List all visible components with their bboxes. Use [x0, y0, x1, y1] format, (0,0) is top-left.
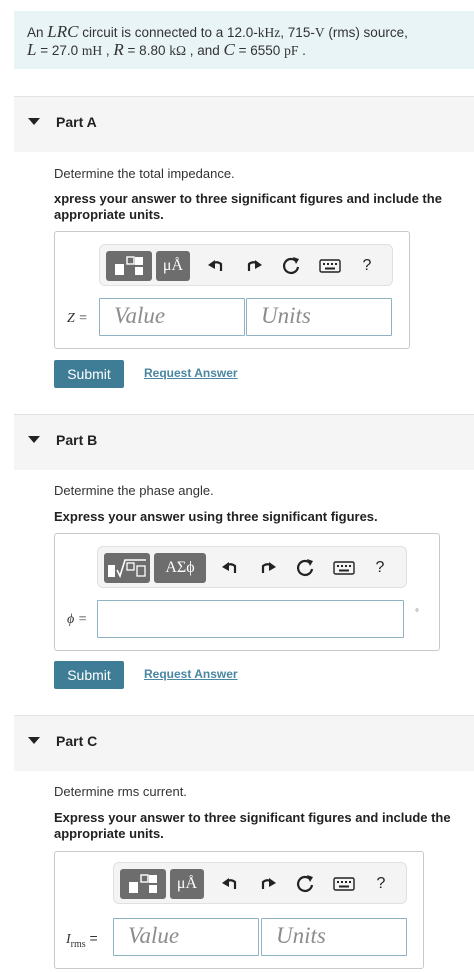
submit-button[interactable]: Submit [54, 360, 124, 388]
greek-symbols-button[interactable]: ΑΣϕ [154, 553, 206, 583]
answer-box-a: μÅ ? Z = Value Units [54, 231, 410, 349]
part-title: Part C [56, 733, 98, 749]
pf-unit: pF [284, 43, 299, 58]
problem-text: , [102, 43, 114, 58]
units-input[interactable]: Units [261, 918, 407, 956]
question-text: Determine rms current. [54, 784, 187, 799]
problem-text: (rms) source, [324, 25, 408, 40]
problem-text: , 715- [280, 25, 315, 40]
capacitance-symbol: C [223, 40, 235, 59]
help-icon[interactable]: ? [371, 874, 391, 894]
value-input[interactable]: Value [99, 298, 245, 336]
request-answer-link[interactable]: Request Answer [144, 366, 238, 380]
resistance-symbol: R [113, 40, 124, 59]
instruction-text: Express your answer to three significant… [54, 810, 451, 841]
phase-angle-input[interactable] [97, 600, 404, 638]
templates-button[interactable] [104, 553, 150, 583]
part-b-header[interactable]: Part B [14, 414, 474, 470]
math-toolbar: μÅ ? [113, 862, 407, 904]
redo-icon[interactable] [244, 256, 264, 276]
problem-text: = 27.0 [36, 43, 82, 58]
question-text: Determine the phase angle. [54, 483, 214, 498]
keyboard-icon[interactable] [332, 558, 356, 578]
part-title: Part A [56, 114, 97, 130]
templates-icon [115, 256, 143, 275]
problem-line-1: An LRC circuit is connected to a 12.0-kH… [27, 23, 474, 41]
instruction-text: Express your answer using three signific… [54, 509, 378, 524]
degree-unit: ° [415, 608, 419, 619]
request-answer-link[interactable]: Request Answer [144, 667, 238, 681]
undo-icon[interactable] [206, 256, 226, 276]
templates-icon [129, 874, 157, 893]
undo-icon[interactable] [220, 558, 240, 578]
instruction-text: xpress your answer to three significant … [54, 191, 442, 222]
reset-icon[interactable] [295, 874, 315, 894]
var-equals: = [85, 930, 98, 946]
collapse-triangle-icon[interactable] [28, 436, 40, 443]
problem-text: = 8.80 [123, 43, 170, 58]
keyboard-icon[interactable] [332, 874, 356, 894]
part-title: Part B [56, 432, 98, 448]
problem-text: circuit is connected to a 12.0- [78, 25, 258, 40]
kohm-unit: kΩ [169, 43, 187, 58]
lrc-symbol: LRC [47, 22, 79, 41]
math-toolbar: ΑΣϕ ? [97, 546, 407, 588]
redo-icon[interactable] [258, 558, 278, 578]
reset-icon[interactable] [295, 558, 315, 578]
variable-label-phi: ϕ = [67, 612, 88, 627]
part-c-header[interactable]: Part C [14, 715, 474, 771]
symbols-button[interactable]: μÅ [156, 251, 190, 281]
collapse-triangle-icon[interactable] [28, 118, 40, 125]
answer-box-b: ΑΣϕ ? ϕ = ° [54, 533, 440, 651]
problem-text: . [298, 43, 306, 58]
collapse-triangle-icon[interactable] [28, 737, 40, 744]
problem-line-2: L = 27.0 mH , R = 8.80 kΩ , and C = 6550… [27, 41, 474, 59]
volt-unit: V [314, 25, 325, 40]
templates-button[interactable] [120, 869, 166, 899]
var-subscript: rms [70, 938, 86, 950]
value-input[interactable]: Value [113, 918, 259, 956]
keyboard-icon[interactable] [318, 256, 342, 276]
problem-statement: An LRC circuit is connected to a 12.0-kH… [14, 11, 474, 69]
question-text: Determine the total impedance. [54, 166, 235, 181]
reset-icon[interactable] [281, 256, 301, 276]
redo-icon[interactable] [258, 874, 278, 894]
symbols-button[interactable]: μÅ [170, 869, 204, 899]
part-a-header[interactable]: Part A [14, 96, 474, 152]
help-icon[interactable]: ? [357, 256, 377, 276]
mh-unit: mH [81, 43, 103, 58]
help-icon[interactable]: ? [370, 558, 390, 578]
templates-button[interactable] [106, 251, 152, 281]
khz-unit: kHz [257, 25, 281, 40]
problem-text: = 6550 [234, 43, 285, 58]
math-toolbar: μÅ ? [99, 244, 393, 286]
submit-button[interactable]: Submit [54, 661, 124, 689]
variable-label-irms: Irms = [66, 930, 98, 950]
templates-sqrt-icon [108, 559, 146, 579]
problem-text: , and [186, 43, 224, 58]
answer-box-c: μÅ ? Irms = Value Units [54, 851, 424, 969]
variable-label-z: Z = [67, 311, 88, 326]
units-input[interactable]: Units [246, 298, 392, 336]
problem-text: An [27, 25, 48, 40]
undo-icon[interactable] [220, 874, 240, 894]
